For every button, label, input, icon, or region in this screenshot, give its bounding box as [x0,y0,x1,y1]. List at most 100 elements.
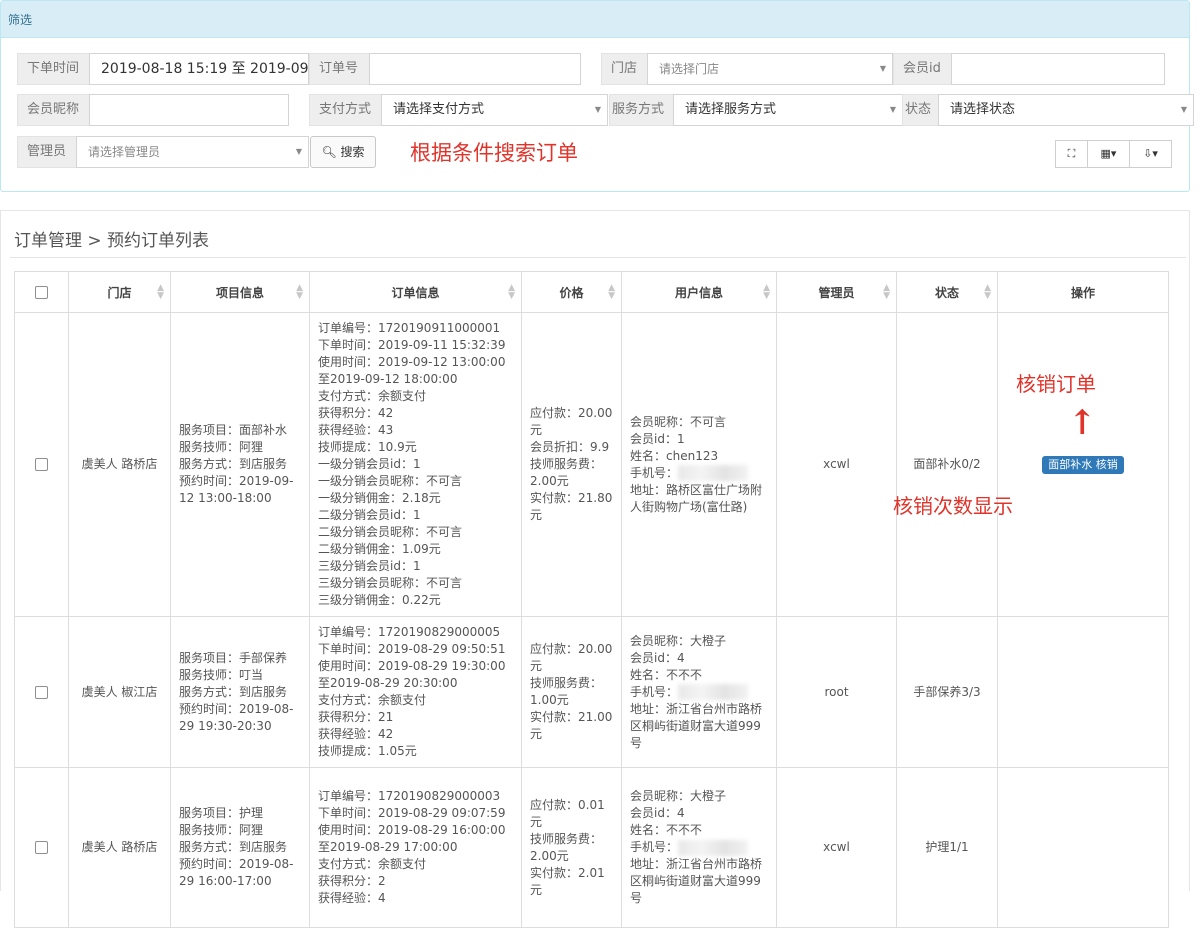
price-line: 应付款：20.00元 [530,642,613,673]
table-toolbar: ⛶ ▦▾ ⇩▾ [1055,140,1172,168]
order-info-line: 下单时间：2019-09-11 15:32:39 [318,338,506,352]
store-cell: 虞美人 椒江店 [68,616,171,768]
status-select[interactable]: 请选择状态 ▼ [938,94,1194,126]
member-id-group: 会员id [893,53,1165,85]
search-button[interactable]: 🔍︎ 搜索 [310,136,376,168]
status-group: 状态 请选择状态 ▼ [902,94,1194,126]
user-info-line: 会员id：4 [630,806,685,820]
column-header[interactable]: 状态 ▲ ▼ [896,271,998,313]
pay-method-label: 支付方式 [309,94,381,126]
project-info-line: 服务技师：阿狸 [179,823,264,837]
action-cell [997,767,1169,928]
store-select-placeholder: 请选择门店 [659,62,720,76]
status-placeholder: 请选择状态 [950,102,1016,117]
select-all-checkbox[interactable] [35,286,48,299]
phone-label: 手机号： [630,684,679,699]
phone-line: 手机号： [630,839,768,856]
phone-line: 手机号： [630,465,768,482]
order-info-line: 一级分销会员昵称：不可言 [318,474,463,488]
verify-button[interactable]: 面部补水 核销 [1042,455,1124,474]
order-info-line: 获得经验：43 [318,423,394,437]
column-header-label: 门店 [107,285,132,300]
column-header-label: 订单信息 [391,285,440,300]
price-line: 会员折扣：9.9 [530,440,610,454]
store-cell: 虞美人 路桥店 [68,767,171,928]
fullscreen-icon[interactable]: ⛶ [1055,140,1088,168]
store-select[interactable]: 请选择门店 ▼ [647,53,893,85]
admin-placeholder: 请选择管理员 [88,145,161,159]
price-line: 应付款：20.00元 [530,406,613,437]
user-info-line: 地址：浙江省台州市路桥区桐屿街道财富大道999号 [630,701,763,750]
admin-group: 管理员 请选择管理员 ▼ [17,136,309,168]
column-header-label: 价格 [559,285,584,300]
user-info-line: 会员id：1 [630,431,685,446]
price-line: 应付款：0.01元 [530,797,605,829]
status-cell: 面部补水0/2 [896,312,998,617]
column-header[interactable]: 用户信息 ▲ ▼ [621,271,777,313]
redacted-phone [678,684,749,700]
price-line: 实付款：21.80元 [530,491,613,522]
price-cell: 应付款：20.00元 会员折扣：9.9 技师服务费：2.00元 实付款：21.80元 [521,312,622,617]
sort-icon: ▲ ▼ [883,283,890,301]
phone-line: 手机号： [630,684,768,701]
search-annotation: 根据条件搜索订单 [410,141,578,165]
project-info-line: 服务项目：护理 [179,806,264,820]
phone-label: 手机号： [630,465,679,480]
row-checkbox[interactable] [35,458,48,471]
column-header[interactable]: 项目信息 ▲ ▼ [170,271,310,313]
order-info-line: 订单编号：1720190911000001 [318,321,501,335]
column-header-label: 状态 [934,285,959,300]
row-checkbox[interactable] [35,841,48,854]
export-icon[interactable]: ⇩▾ [1130,140,1172,168]
column-header[interactable]: 门店 ▲ ▼ [68,271,171,313]
status-cell: 护理1/1 [896,767,998,928]
user-info-cell: 会员昵称：不可言 会员id：1 姓名：chen123 手机号： 地址：路桥区富仕广场附人… [621,312,777,617]
row-checkbox[interactable] [35,685,48,699]
select-all-header [14,271,69,313]
store-group: 门店 请选择门店 ▼ [601,53,893,85]
order-time-input[interactable]: 2019-08-18 15:19 至 2019-09-16 [89,53,309,85]
column-header-label: 项目信息 [215,285,264,300]
action-cell: 面部补水 核销 [997,312,1169,617]
column-header-label: 管理员 [818,285,855,300]
store-label: 门店 [601,53,647,85]
service-method-label: 服务方式 [609,94,673,126]
verify-annotation: 核销订单 [1016,372,1096,396]
admin-select[interactable]: 请选择管理员 ▼ [76,136,309,168]
column-header[interactable]: 管理员 ▲ ▼ [776,271,897,313]
nickname-group: 会员昵称 [17,94,289,126]
order-info-line: 使用时间：2019-08-29 19:30:00至2019-08-29 20:3… [318,659,506,690]
order-time-group: 下单时间 2019-08-18 15:19 至 2019-09-16 [17,53,309,85]
sort-icon: ▲ ▼ [296,283,303,301]
order-info-line: 三级分销佣金：0.22元 [318,593,441,607]
project-info-line: 服务方式：到店服务 [179,684,288,699]
user-info-cell: 会员昵称：大橙子 会员id：4 姓名：不不不 手机号： 地址：浙江省台州市路桥区桐屿街道… [621,767,777,928]
order-info-line: 支付方式：余额支付 [318,693,427,707]
project-info-line: 预约时间：2019-08-29 16:00-17:00 [179,857,294,888]
user-info-line: 地址：路桥区富仕广场附人街购物广场(富仕路) [630,482,763,514]
chevron-down-icon: ▼ [594,105,601,114]
columns-icon[interactable]: ▦▾ [1088,140,1130,168]
column-header-label: 用户信息 [674,285,723,300]
column-header[interactable]: 订单信息 ▲ ▼ [309,271,522,313]
nickname-input[interactable] [89,94,289,126]
order-info-line: 一级分销佣金：2.18元 [318,491,441,505]
count-annotation: 核销次数显示 [893,494,1013,518]
pay-method-select[interactable]: 请选择支付方式 ▼ [381,94,608,126]
order-info-line: 三级分销会员id：1 [318,559,421,573]
price-line: 技师服务费：1.00元 [530,676,603,707]
order-info-line: 二级分销佣金：1.09元 [318,542,441,556]
column-header[interactable]: 价格 ▲ ▼ [521,271,622,313]
sort-icon: ▲ ▼ [508,283,515,301]
arrow-up-icon: ↑ [1068,403,1097,443]
order-info-line: 支付方式：余额支付 [318,857,427,871]
order-no-input[interactable] [369,53,581,85]
service-method-select[interactable]: 请选择服务方式 ▼ [673,94,903,126]
project-info-line: 预约时间：2019-09-12 13:00-18:00 [179,474,294,505]
member-id-input[interactable] [951,53,1165,85]
status-label: 状态 [902,94,938,126]
project-info-cell: 服务项目：面部补水 服务技师：阿狸 服务方式：到店服务 预约时间：2019-09-12… [170,312,310,617]
order-info-line: 支付方式：余额支付 [318,389,427,403]
user-info-line: 姓名：不不不 [630,823,703,837]
action-cell [997,616,1169,768]
